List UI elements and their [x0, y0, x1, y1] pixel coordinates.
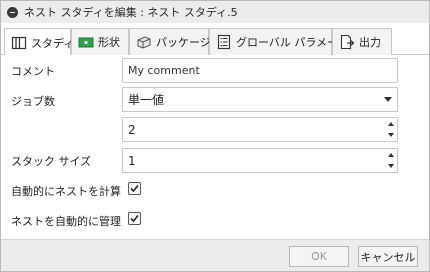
tab-shape-label: 形状	[98, 36, 120, 49]
jobs-mode-dropdown[interactable]: 単一値	[122, 87, 398, 112]
ok-button-label: OK	[311, 250, 327, 263]
tab-output-label: 出力	[359, 36, 381, 49]
title-bar: ネスト スタディを編集 : ネスト スタディ.5	[1, 1, 429, 23]
tab-package-label: パッケージ	[156, 36, 211, 49]
decrement-icon[interactable]	[385, 130, 397, 142]
package-icon	[136, 34, 152, 50]
tab-study[interactable]: スタディ	[4, 28, 75, 56]
auto-compute-checkbox[interactable]	[128, 182, 141, 195]
dialog-footer: OK キャンセル	[1, 239, 429, 271]
collapse-icon[interactable]	[7, 6, 18, 18]
dialog-title: ネスト スタディを編集 : ネスト スタディ.5	[24, 6, 238, 19]
jobs-count-spinner	[385, 118, 397, 141]
stack-size-value: 1	[128, 153, 136, 168]
decrement-icon[interactable]	[385, 161, 397, 173]
checkmark-icon	[130, 214, 139, 223]
tab-package[interactable]: パッケージ	[129, 28, 211, 55]
edit-nest-study-dialog: ネスト スタディを編集 : ネスト スタディ.5 スタディ 形状 パッケージ グ…	[0, 0, 430, 272]
stack-size-spinner	[385, 149, 397, 172]
comment-value: My comment	[128, 64, 200, 77]
study-tab-panel: コメント My comment ジョブ数 単一値 2 スタック サイズ 1 自動…	[1, 55, 429, 239]
tab-study-label: スタディ	[31, 36, 75, 50]
tab-output[interactable]: 出力	[332, 28, 392, 55]
auto-manage-label: ネストを自動的に管理	[11, 215, 121, 228]
increment-icon[interactable]	[385, 149, 397, 161]
jobs-count-stepper[interactable]: 2	[122, 117, 398, 142]
increment-icon[interactable]	[385, 118, 397, 130]
comment-label: コメント	[11, 65, 55, 78]
checkmark-icon	[130, 184, 139, 193]
tab-shape[interactable]: 形状	[71, 28, 129, 55]
tab-bar: スタディ 形状 パッケージ グローバル パラメータ 出力	[1, 28, 429, 56]
cancel-button[interactable]: キャンセル	[358, 246, 418, 267]
shape-icon	[78, 34, 94, 50]
auto-manage-checkbox[interactable]	[128, 212, 141, 225]
chevron-down-icon	[384, 97, 392, 102]
jobs-label: ジョブ数	[11, 95, 55, 108]
auto-compute-label: 自動的にネストを計算	[11, 185, 121, 198]
global-parameters-icon	[216, 34, 232, 50]
jobs-count-value: 2	[128, 122, 136, 137]
jobs-mode-value: 単一値	[128, 93, 165, 107]
ok-button[interactable]: OK	[289, 246, 349, 267]
stack-size-label: スタック サイズ	[11, 155, 92, 168]
output-icon	[339, 34, 355, 50]
study-icon	[11, 35, 27, 51]
comment-input[interactable]: My comment	[122, 58, 398, 83]
stack-size-stepper[interactable]: 1	[122, 148, 398, 173]
cancel-button-label: キャンセル	[360, 250, 416, 264]
tab-global-parameters[interactable]: グローバル パラメータ	[209, 28, 349, 55]
